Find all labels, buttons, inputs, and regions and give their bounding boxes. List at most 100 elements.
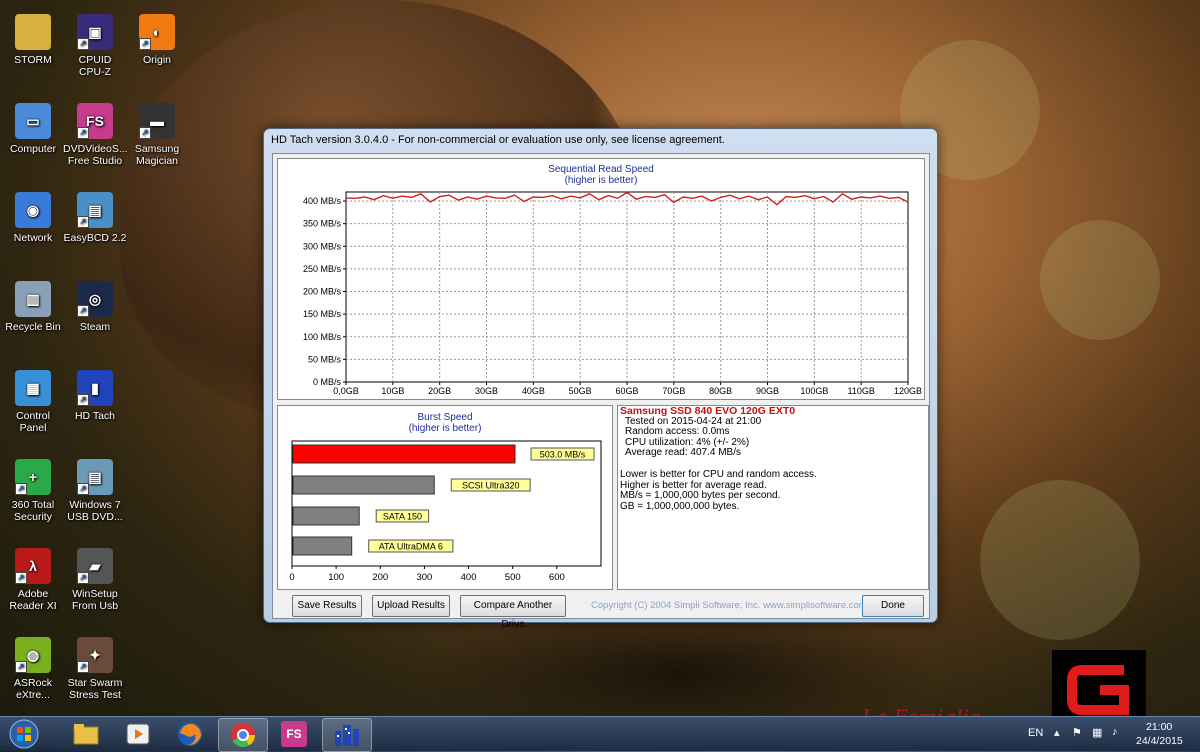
- x-tick-label: 70GB: [662, 386, 685, 396]
- desktop-icon-hdtach[interactable]: ▮↗ HD Tach: [63, 370, 127, 422]
- x-tick-label: 50GB: [569, 386, 592, 396]
- x-tick-label: 30GB: [475, 386, 498, 396]
- sequential-read-panel: Sequential Read Speed (higher is better)…: [277, 158, 925, 400]
- y-tick-label: 400 MB/s: [303, 196, 342, 206]
- star-swarm-icon: ✦↗: [77, 637, 113, 673]
- desktop-icon-winsetup[interactable]: ▰↗WinSetupFrom Usb: [63, 548, 127, 612]
- volume-icon[interactable]: ♪: [1112, 726, 1118, 738]
- desktop-icon-label: STORM: [1, 54, 65, 66]
- y-tick-label: 100 MB/s: [303, 332, 342, 342]
- desktop-icon-computer[interactable]: ▭ Computer: [1, 103, 65, 155]
- upload-results-button[interactable]: Upload Results: [372, 595, 450, 617]
- desktop-icon-network[interactable]: ◉Network: [1, 192, 65, 244]
- burst-x-tick-label: 600: [549, 572, 565, 583]
- x-tick-label: 60GB: [615, 386, 638, 396]
- y-tick-label: 150 MB/s: [303, 309, 342, 319]
- burst-bar: [293, 537, 352, 555]
- y-tick-label: 350 MB/s: [303, 219, 342, 229]
- windows7-usb-dvd-icon: ▤↗: [77, 459, 113, 495]
- show-hidden-icons-arrow-icon[interactable]: ▴: [1054, 726, 1060, 739]
- burst-speed-panel: Burst Speed (higher is better) 010020030…: [277, 405, 613, 590]
- y-tick-label: 300 MB/s: [303, 241, 342, 251]
- asrock-extreme-icon: ◍↗: [15, 637, 51, 673]
- desktop-icon-storm[interactable]: STORM: [1, 14, 65, 66]
- burst-bar-label: 503.0 MB/s: [540, 450, 586, 460]
- taskbar-firefox[interactable]: [166, 718, 214, 750]
- burst-speed-chart: 0100200300400500600503.0 MB/sSCSI Ultra3…: [278, 406, 612, 589]
- window-title: HD Tach version 3.0.4.0 - For non-commer…: [264, 129, 937, 151]
- desktop-icon-label: 360 TotalSecurity: [1, 499, 65, 523]
- burst-bar-label: SCSI Ultra320: [462, 481, 520, 491]
- desktop-icon-star-swarm[interactable]: ✦↗ Star SwarmStress Test: [63, 637, 127, 701]
- shortcut-arrow-icon: ↗: [77, 394, 89, 406]
- desktop-icon-label: HD Tach: [63, 410, 127, 422]
- taskbar-chrome[interactable]: [218, 718, 268, 752]
- taskbar-media-player[interactable]: [114, 718, 162, 750]
- language-indicator[interactable]: EN: [1028, 727, 1043, 739]
- taskbar: FS EN ▴ ⚑ ▦ ♪ 21:00 24/4/2015: [0, 716, 1200, 751]
- desktop-icon-label: Star SwarmStress Test: [63, 677, 127, 701]
- shortcut-arrow-icon: ↗: [77, 305, 89, 317]
- firefox-icon: [177, 721, 203, 747]
- hdtach-window[interactable]: HD Tach version 3.0.4.0 - For non-commer…: [263, 128, 938, 623]
- clock-date[interactable]: 24/4/2015: [1136, 735, 1183, 747]
- folder-icon: [73, 723, 99, 745]
- x-tick-label: 40GB: [522, 386, 545, 396]
- desktop-icon-label: Windows 7USB DVD...: [63, 499, 127, 523]
- windows-logo-icon: [9, 719, 39, 749]
- desktop-icon-label: DVDVideoS...Free Studio: [63, 143, 127, 167]
- desktop-icon-label: Computer: [1, 143, 65, 155]
- clock-time[interactable]: 21:00: [1146, 721, 1172, 733]
- desktop-icon-cpuz[interactable]: ▣↗ CPUIDCPU-Z: [63, 14, 127, 78]
- adobe-reader-icon: λ↗: [15, 548, 51, 584]
- x-tick-label: 120GB: [894, 386, 922, 396]
- desktop-icon-asrock-extreme[interactable]: ◍↗ ASRockeXtre...: [1, 637, 65, 701]
- save-results-button[interactable]: Save Results: [292, 595, 362, 617]
- note-lower-better: Lower is better for CPU and random acces…: [618, 470, 928, 481]
- desktop-icon-control-panel[interactable]: ▦ControlPanel: [1, 370, 65, 434]
- winsetup-icon: ▰↗: [77, 548, 113, 584]
- x-tick-label: 80GB: [709, 386, 732, 396]
- start-button[interactable]: [2, 718, 46, 750]
- copyright-text: Copyright (C) 2004 Simpli Software, Inc.…: [591, 600, 867, 611]
- cpuz-icon: ▣↗: [77, 14, 113, 50]
- samsung-magician-icon: ▬↗: [139, 103, 175, 139]
- x-tick-label: 100GB: [800, 386, 828, 396]
- results-info-panel: Samsung SSD 840 EVO 120G EXT0 Tested on …: [617, 405, 929, 590]
- hdtach-icon: ▮↗: [77, 370, 113, 406]
- dvdvideosoft-icon: FS↗: [77, 103, 113, 139]
- action-center-flag-icon[interactable]: ⚑: [1072, 726, 1082, 739]
- desktop-icon-adobe-reader[interactable]: λ↗AdobeReader XI: [1, 548, 65, 612]
- desktop-icon-dvdvideosoft[interactable]: FS↗ DVDVideoS...Free Studio: [63, 103, 127, 167]
- desktop-icon-label: Recycle Bin: [1, 321, 65, 333]
- compare-another-drive-button[interactable]: Compare Another Drive: [460, 595, 566, 617]
- burst-bar: [293, 445, 515, 463]
- x-tick-label: 90GB: [756, 386, 779, 396]
- burst-bar: [293, 507, 359, 525]
- x-tick-label: 0,0GB: [333, 386, 359, 396]
- computer-icon: ▭: [15, 103, 51, 139]
- network-icon: ◉: [15, 192, 51, 228]
- done-button[interactable]: Done: [862, 595, 924, 617]
- wallpaper-bokeh: [980, 480, 1140, 640]
- burst-bar: [293, 476, 434, 494]
- recycle-bin-icon: ▥: [15, 281, 51, 317]
- storm-icon: [15, 14, 51, 50]
- taskbar-hdtach[interactable]: [322, 718, 372, 752]
- desktop-icon-windows7-usb-dvd[interactable]: ▤↗ Windows 7USB DVD...: [63, 459, 127, 523]
- y-tick-label: 250 MB/s: [303, 264, 342, 274]
- control-panel-icon: ▦: [15, 370, 51, 406]
- network-icon[interactable]: ▦: [1092, 726, 1102, 739]
- desktop-icon-easybcd[interactable]: ▤↗EasyBCD 2.2: [63, 192, 127, 244]
- taskbar-explorer[interactable]: [62, 718, 110, 750]
- fs-icon: FS: [281, 721, 307, 747]
- taskbar-dvdvideosoft[interactable]: FS: [270, 718, 318, 750]
- shortcut-arrow-icon: ↗: [77, 216, 89, 228]
- desktop-icon-360-total-security[interactable]: +↗360 TotalSecurity: [1, 459, 65, 523]
- desktop-icon-recycle-bin[interactable]: ▥ Recycle Bin: [1, 281, 65, 333]
- desktop-icon-origin[interactable]: ◐↗Origin: [125, 14, 189, 66]
- desktop-icon-label: ASRockeXtre...: [1, 677, 65, 701]
- desktop-icon-samsung-magician[interactable]: ▬↗SamsungMagician: [125, 103, 189, 167]
- desktop-icon-steam[interactable]: ◎↗Steam: [63, 281, 127, 333]
- desktop-icon-label: CPUIDCPU-Z: [63, 54, 127, 78]
